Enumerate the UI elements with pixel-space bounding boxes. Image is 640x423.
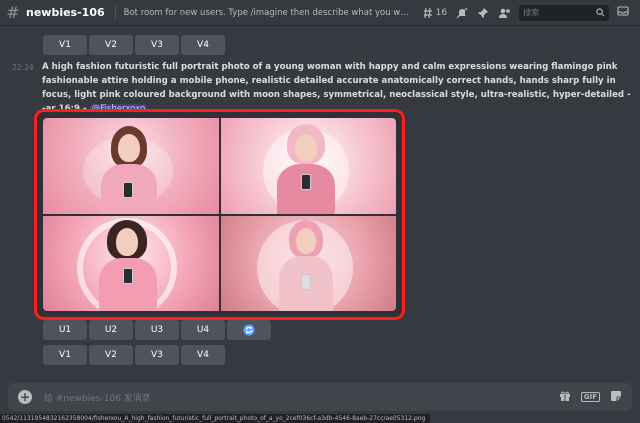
top-v1-button[interactable]: V1	[43, 35, 87, 55]
face-shape	[294, 134, 317, 162]
phone-shape	[300, 273, 311, 290]
variation-v1-button[interactable]: V1	[43, 345, 87, 365]
refresh-icon	[243, 324, 255, 336]
attire-shape	[99, 257, 157, 311]
upscale-u1-button[interactable]: U1	[43, 320, 87, 340]
upscale-u3-button[interactable]: U3	[135, 320, 179, 340]
message-input-bar: + 给 #newbies-106 发消息 GIF	[8, 383, 632, 411]
gift-icon[interactable]	[559, 390, 571, 405]
face-shape	[116, 227, 138, 256]
image-grid[interactable]	[43, 118, 396, 311]
image-grid-highlight	[34, 109, 405, 320]
message-input[interactable]: 给 #newbies-106 发消息	[44, 391, 151, 404]
phone-shape	[300, 174, 311, 190]
generated-image-2[interactable]	[220, 118, 396, 214]
top-v4-button[interactable]: V4	[181, 35, 225, 55]
header-divider	[114, 5, 116, 20]
variation-v4-button[interactable]: V4	[181, 345, 225, 365]
pin-icon[interactable]	[477, 7, 489, 19]
variation-v2-button[interactable]: V2	[89, 345, 133, 365]
search-input[interactable]: 搜索	[519, 4, 610, 21]
face-shape	[118, 134, 140, 162]
refresh-button[interactable]	[227, 320, 271, 340]
top-v2-button[interactable]: V2	[89, 35, 133, 55]
inbox-icon[interactable]	[617, 5, 629, 20]
input-icons: GIF	[559, 390, 622, 405]
thread-count: 16	[435, 7, 448, 18]
status-url: 0542/1131954832162358004/fisherxou_A_hig…	[0, 414, 430, 423]
channel-topic[interactable]: Bot room for new users. Type /imagine th…	[124, 8, 414, 18]
message-timestamp: 22:24	[12, 63, 34, 72]
search-placeholder: 搜索	[523, 8, 540, 17]
generated-image-4[interactable]	[220, 215, 396, 311]
upscale-u4-button[interactable]: U4	[181, 320, 225, 340]
threads-icon[interactable]: 16	[422, 7, 447, 19]
variation-v3-button[interactable]: V3	[135, 345, 179, 365]
phone-shape	[123, 182, 133, 198]
channel-hash-icon: #	[6, 3, 20, 22]
member-list-icon[interactable]	[498, 7, 511, 19]
upscale-u2-button[interactable]: U2	[89, 320, 133, 340]
mute-bell-icon[interactable]	[456, 7, 468, 19]
face-shape	[295, 227, 316, 254]
phone-shape	[123, 267, 133, 284]
top-v3-button[interactable]: V3	[135, 35, 179, 55]
message-content: A high fashion futuristic full portrait …	[42, 60, 632, 116]
gif-icon[interactable]: GIF	[580, 392, 600, 402]
sticker-icon[interactable]	[610, 390, 622, 405]
search-icon	[596, 8, 605, 17]
generated-image-1[interactable]	[43, 118, 219, 214]
generated-image-3[interactable]	[43, 215, 219, 311]
channel-name: newbies-106	[26, 6, 105, 19]
header-icons: 16	[422, 7, 511, 19]
add-attachment-button[interactable]: +	[18, 390, 32, 404]
channel-header: # newbies-106 Bot room for new users. Ty…	[0, 0, 640, 26]
